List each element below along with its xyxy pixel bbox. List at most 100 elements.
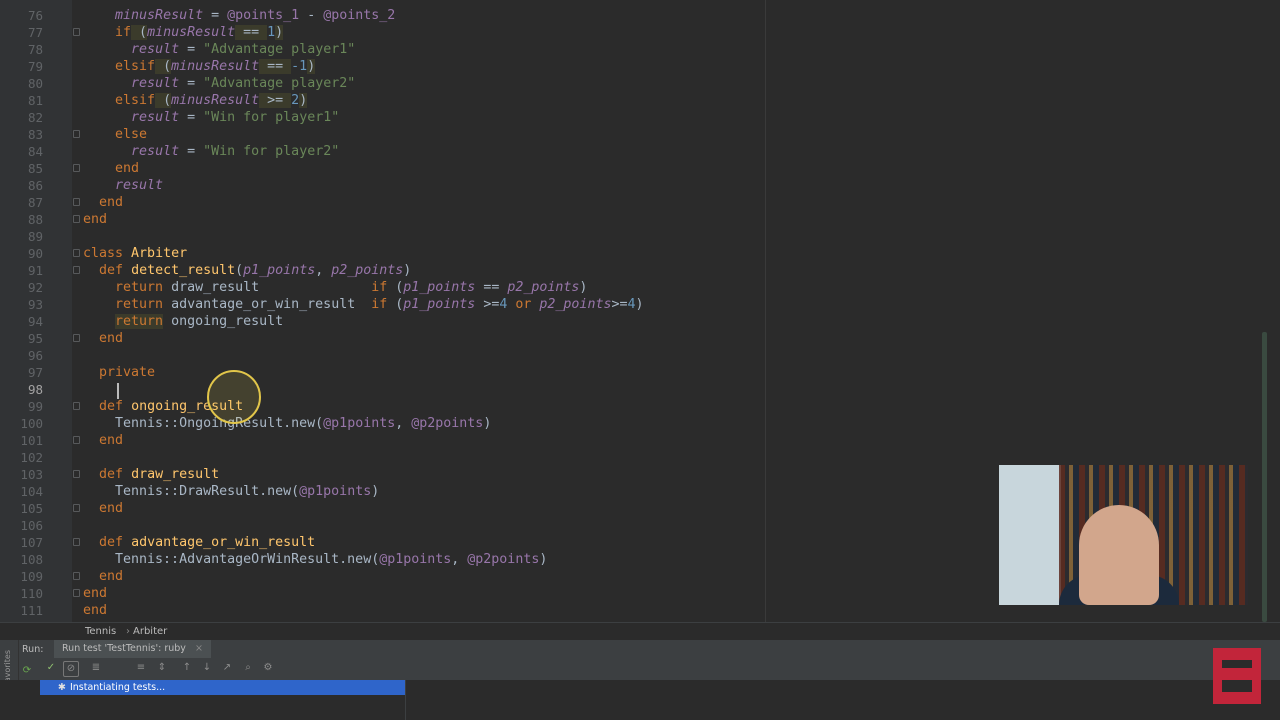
rerun-icon[interactable]: ⟳	[20, 664, 34, 678]
collapse-all-icon[interactable]: ⇕	[155, 661, 169, 675]
fold-marker-icon[interactable]	[73, 402, 80, 410]
fold-marker-icon[interactable]	[73, 215, 80, 223]
arrow-down-icon[interactable]: ↓	[200, 661, 214, 675]
fold-marker-icon[interactable]	[73, 334, 80, 342]
code-text[interactable]: end	[83, 211, 107, 228]
code-text[interactable]: Tennis::DrawResult.new(@p1points)	[83, 483, 379, 500]
code-text[interactable]: return advantage_or_win_result if (p1_po…	[83, 296, 643, 313]
code-text[interactable]: class Arbiter	[83, 245, 187, 262]
fold-marker-icon[interactable]	[73, 164, 80, 172]
line-number[interactable]: 76	[0, 7, 43, 24]
error-stripe[interactable]	[1258, 0, 1280, 622]
code-line[interactable]: 87 end	[0, 194, 1250, 211]
line-number[interactable]: 99	[0, 398, 43, 415]
line-number[interactable]: 98	[0, 381, 43, 398]
code-line[interactable]: 80 result = "Advantage player2"	[0, 75, 1250, 92]
code-text[interactable]: def detect_result(p1_points, p2_points)	[83, 262, 411, 279]
code-line[interactable]: 82 result = "Win for player1"	[0, 109, 1250, 126]
line-number[interactable]: 105	[0, 500, 43, 517]
fold-marker-icon[interactable]	[73, 589, 80, 597]
code-line[interactable]: 79 elsif (minusResult == -1)	[0, 58, 1250, 75]
code-text[interactable]: def advantage_or_win_result	[83, 534, 315, 551]
code-text[interactable]: elsif (minusResult >= 2)	[83, 92, 308, 109]
code-line[interactable]: 93 return advantage_or_win_result if (p1…	[0, 296, 1250, 313]
code-line[interactable]: 89	[0, 228, 1250, 245]
code-line[interactable]: 96	[0, 347, 1250, 364]
arrow-up-icon[interactable]: ↑	[180, 661, 194, 675]
code-text[interactable]: end	[83, 568, 123, 585]
code-line[interactable]: 91 def detect_result(p1_points, p2_point…	[0, 262, 1250, 279]
code-line[interactable]: 98	[0, 381, 1250, 398]
line-number[interactable]: 84	[0, 143, 43, 160]
code-line[interactable]: 76 minusResult = @points_1 - @points_2	[0, 7, 1250, 24]
code-line[interactable]: 100 Tennis::OngoingResult.new(@p1points,…	[0, 415, 1250, 432]
line-number[interactable]: 79	[0, 58, 43, 75]
line-number[interactable]: 89	[0, 228, 43, 245]
line-number[interactable]: 82	[0, 109, 43, 126]
code-line[interactable]: 85 end	[0, 160, 1250, 177]
code-text[interactable]: end	[83, 602, 107, 619]
panel-divider[interactable]	[405, 680, 406, 720]
gear-icon[interactable]: ⚙	[261, 661, 275, 675]
code-line[interactable]: 95 end	[0, 330, 1250, 347]
code-text[interactable]: end	[83, 194, 123, 211]
line-number[interactable]: 85	[0, 160, 43, 177]
code-line[interactable]: 78 result = "Advantage player1"	[0, 41, 1250, 58]
stop-icon[interactable]: ⊘	[63, 661, 79, 677]
line-number[interactable]: 90	[0, 245, 43, 262]
code-text[interactable]: def draw_result	[83, 466, 219, 483]
line-number[interactable]: 91	[0, 262, 43, 279]
fold-marker-icon[interactable]	[73, 436, 80, 444]
fold-marker-icon[interactable]	[73, 198, 80, 206]
fold-marker-icon[interactable]	[73, 538, 80, 546]
fold-marker-icon[interactable]	[73, 130, 80, 138]
line-number[interactable]: 77	[0, 24, 43, 41]
code-line[interactable]: 92 return draw_result if (p1_points == p…	[0, 279, 1250, 296]
line-number[interactable]: 86	[0, 177, 43, 194]
close-icon[interactable]: ×	[195, 643, 203, 654]
line-number[interactable]: 109	[0, 568, 43, 585]
check-icon[interactable]: ✓	[44, 661, 58, 675]
code-line[interactable]: 81 elsif (minusResult >= 2)	[0, 92, 1250, 109]
code-text[interactable]: if (minusResult == 1)	[83, 24, 284, 41]
sort-duration-icon[interactable]: ≡	[134, 661, 148, 675]
line-number[interactable]: 106	[0, 517, 43, 534]
line-number[interactable]: 88	[0, 211, 43, 228]
fold-marker-icon[interactable]	[73, 504, 80, 512]
code-text[interactable]: end	[83, 432, 123, 449]
code-text[interactable]: elsif (minusResult == -1)	[83, 58, 316, 75]
line-number[interactable]: 111	[0, 602, 43, 619]
line-number[interactable]: 103	[0, 466, 43, 483]
code-text[interactable]: result = "Advantage player2"	[83, 75, 355, 92]
line-number[interactable]: 92	[0, 279, 43, 296]
breadcrumb-item-tennis[interactable]: Tennis	[85, 626, 116, 637]
code-text[interactable]: result = "Win for player2"	[83, 143, 339, 160]
code-text[interactable]: end	[83, 500, 123, 517]
code-line[interactable]: 94 return ongoing_result	[0, 313, 1250, 330]
code-line[interactable]: 97 private	[0, 364, 1250, 381]
fold-marker-icon[interactable]	[73, 470, 80, 478]
export-icon[interactable]: ↗	[220, 661, 234, 675]
code-editor[interactable]: 76 minusResult = @points_1 - @points_2 77…	[0, 0, 1280, 622]
code-line[interactable]: 88 end	[0, 211, 1250, 228]
test-tree-row[interactable]: ✱ Instantiating tests...	[40, 680, 405, 695]
line-number[interactable]: 93	[0, 296, 43, 313]
fold-marker-icon[interactable]	[73, 572, 80, 580]
run-tab[interactable]: Run test 'TestTennis': ruby ×	[54, 640, 211, 658]
breadcrumb-item-arbiter[interactable]: Arbiter	[133, 626, 167, 637]
line-number[interactable]: 83	[0, 126, 43, 143]
code-text[interactable]: result = "Win for player1"	[83, 109, 339, 126]
line-number[interactable]: 87	[0, 194, 43, 211]
code-text[interactable]: end	[83, 330, 123, 347]
code-text[interactable]: result = "Advantage player1"	[83, 41, 355, 58]
line-number[interactable]: 78	[0, 41, 43, 58]
line-number[interactable]: 80	[0, 75, 43, 92]
code-text[interactable]: else	[83, 126, 147, 143]
scrollbar-thumb[interactable]	[1262, 332, 1267, 622]
line-number[interactable]: 110	[0, 585, 43, 602]
code-line[interactable]: 90 class Arbiter	[0, 245, 1250, 262]
line-number[interactable]: 94	[0, 313, 43, 330]
line-number[interactable]: 104	[0, 483, 43, 500]
line-number[interactable]: 102	[0, 449, 43, 466]
code-line[interactable]: 83 else	[0, 126, 1250, 143]
